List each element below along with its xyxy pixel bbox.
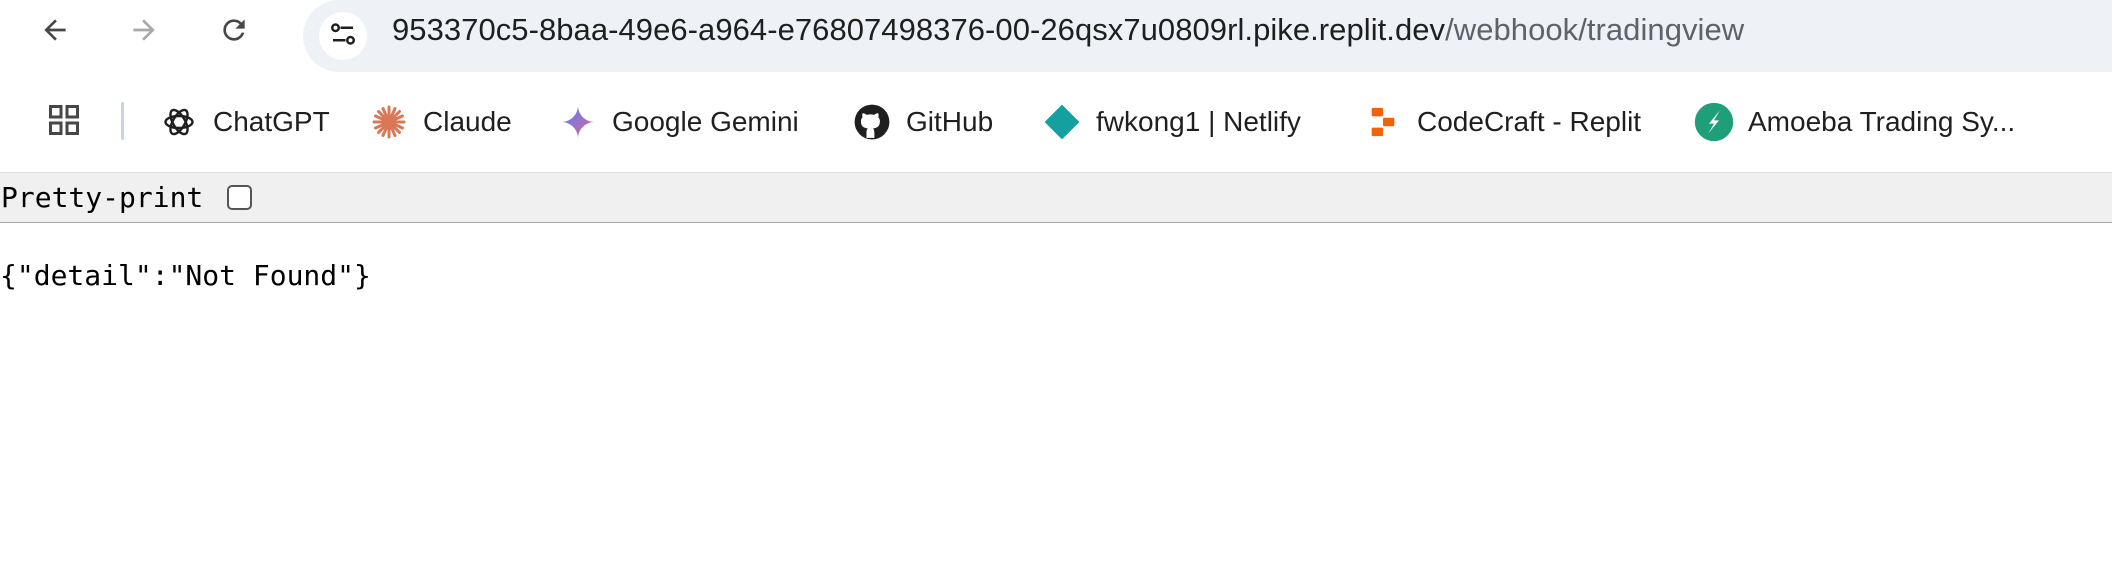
bookmark-label: Claude [423, 106, 512, 137]
claude-icon [369, 102, 409, 142]
forward-arrow-icon [128, 14, 160, 46]
bookmarks-separator [121, 102, 124, 140]
bookmark-google-gemini[interactable]: Google Gemini [558, 96, 799, 148]
back-button[interactable] [31, 6, 79, 54]
bookmark-netlify[interactable]: fwkong1 | Netlify [1042, 96, 1301, 148]
pretty-print-bar: Pretty-print [0, 172, 2112, 223]
bookmark-label: CodeCraft - Replit [1417, 106, 1642, 137]
bookmark-github[interactable]: GitHub [852, 96, 993, 148]
json-response-text: {"detail":"Not Found"} [0, 259, 371, 292]
bookmarks-bar: ChatGPT Claude Google Gemini GitHub fwko… [0, 96, 2112, 148]
bookmark-label: fwkong1 | Netlify [1096, 106, 1301, 137]
github-icon [852, 102, 892, 142]
url-host: 953370c5-8baa-49e6-a964-e76807498376-00-… [392, 12, 1446, 47]
pretty-print-label: Pretty-print [1, 181, 204, 214]
bookmark-amoeba-trading[interactable]: Amoeba Trading Sy... [1694, 96, 2015, 148]
reload-button[interactable] [210, 6, 258, 54]
bookmark-label: ChatGPT [213, 106, 330, 137]
apps-grid-icon [46, 102, 82, 143]
back-arrow-icon [39, 14, 71, 46]
chatgpt-icon [159, 102, 199, 142]
forward-button[interactable] [120, 6, 168, 54]
bookmark-label: GitHub [906, 106, 994, 137]
bookmark-label: Amoeba Trading Sy... [1748, 106, 2016, 137]
netlify-icon [1042, 102, 1082, 142]
browser-toolbar: 953370c5-8baa-49e6-a964-e76807498376-00-… [0, 0, 2112, 72]
site-info-button[interactable] [319, 12, 367, 60]
pretty-print-checkbox[interactable] [227, 185, 252, 210]
bookmark-label: Google Gemini [612, 106, 799, 137]
reload-icon [218, 14, 250, 46]
url-text[interactable]: 953370c5-8baa-49e6-a964-e76807498376-00-… [392, 0, 1744, 60]
apps-button[interactable] [44, 102, 84, 142]
bookmark-codecraft-replit[interactable]: CodeCraft - Replit [1363, 96, 1641, 148]
url-path: /webhook/tradingview [1445, 12, 1745, 47]
gemini-icon [558, 102, 598, 142]
bookmark-claude[interactable]: Claude [369, 96, 512, 148]
bookmark-chatgpt[interactable]: ChatGPT [159, 96, 330, 148]
address-bar[interactable]: 953370c5-8baa-49e6-a964-e76807498376-00-… [303, 0, 2112, 72]
site-info-icon [328, 19, 358, 54]
amoeba-icon [1694, 102, 1734, 142]
replit-icon [1363, 102, 1403, 142]
